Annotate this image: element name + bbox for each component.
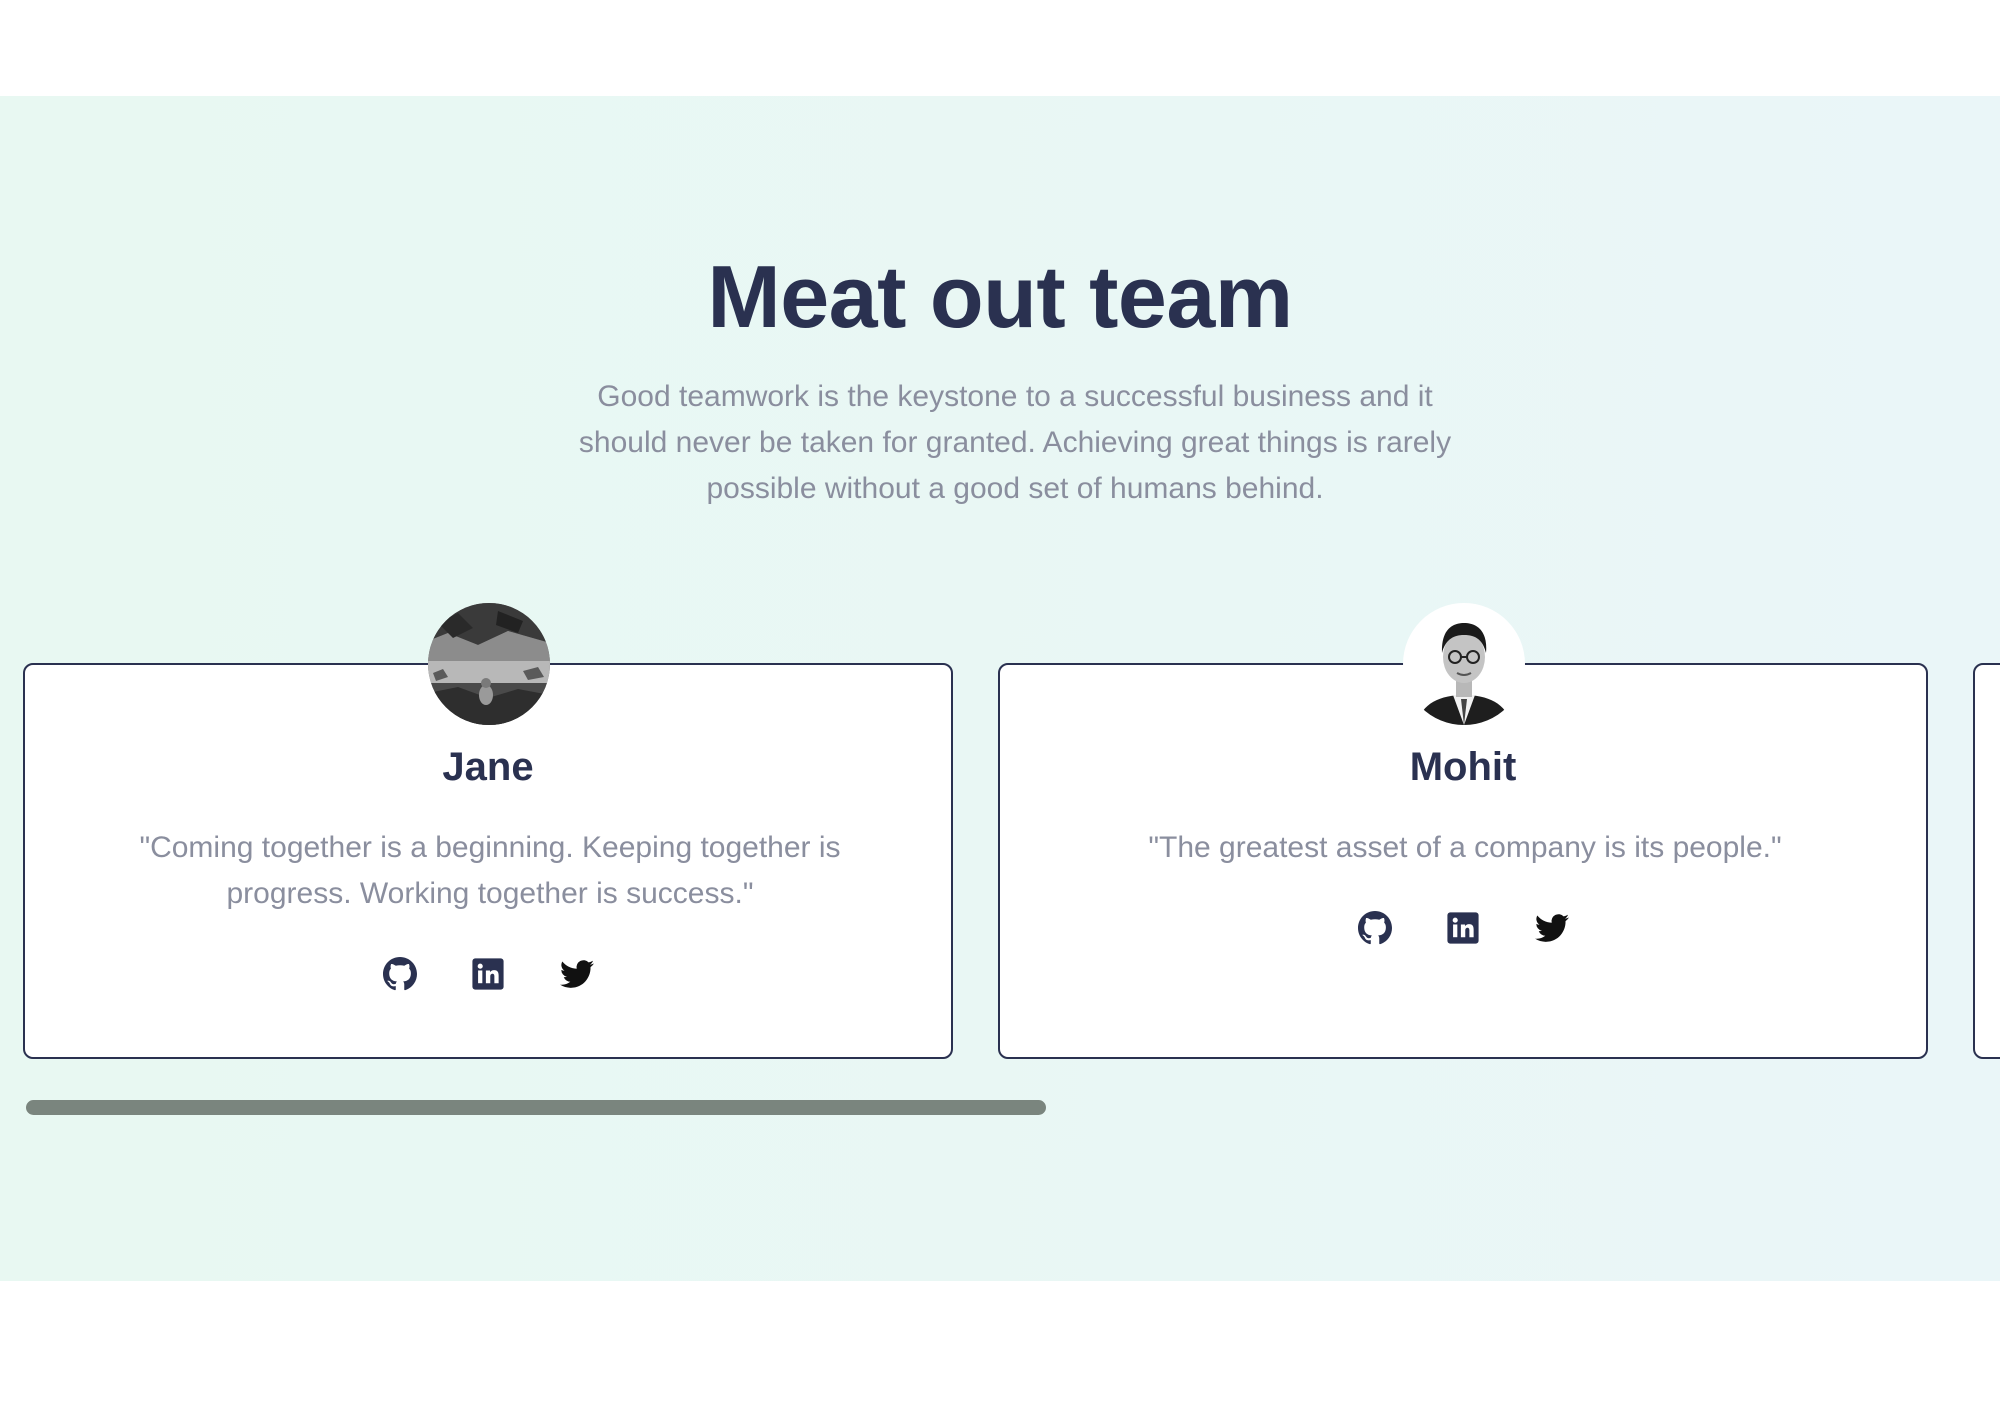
member-name: Jane xyxy=(442,745,534,789)
linkedin-icon[interactable] xyxy=(1446,911,1480,945)
team-card-mohit: Mohit "The greatest asset of a company i… xyxy=(998,603,1928,1059)
github-icon[interactable] xyxy=(383,957,417,991)
section-subtitle: Good teamwork is the keystone to a succe… xyxy=(578,380,1452,505)
portrait-photo-icon xyxy=(1403,603,1525,725)
member-quote: "The greatest asset of a company is its … xyxy=(1148,831,1782,864)
landscape-photo-icon xyxy=(428,603,550,725)
horizontal-scrollbar[interactable] xyxy=(26,1100,1046,1115)
social-links xyxy=(1000,911,1926,945)
team-card-partial xyxy=(1973,663,2000,1059)
member-quote: "Coming together is a beginning. Keeping… xyxy=(139,831,841,910)
twitter-icon[interactable] xyxy=(559,957,594,991)
twitter-icon[interactable] xyxy=(1534,911,1569,945)
member-name: Mohit xyxy=(1409,745,1517,789)
avatar xyxy=(428,603,550,725)
team-card-jane: Jane "Coming together is a beginning. Ke… xyxy=(23,603,953,1059)
social-links xyxy=(25,957,951,991)
avatar xyxy=(1403,603,1525,725)
section-title: Meat out team xyxy=(707,247,1293,346)
linkedin-icon[interactable] xyxy=(471,957,505,991)
github-icon[interactable] xyxy=(1358,911,1392,945)
team-section: Meat out team Good teamwork is the keyst… xyxy=(0,96,2000,1281)
